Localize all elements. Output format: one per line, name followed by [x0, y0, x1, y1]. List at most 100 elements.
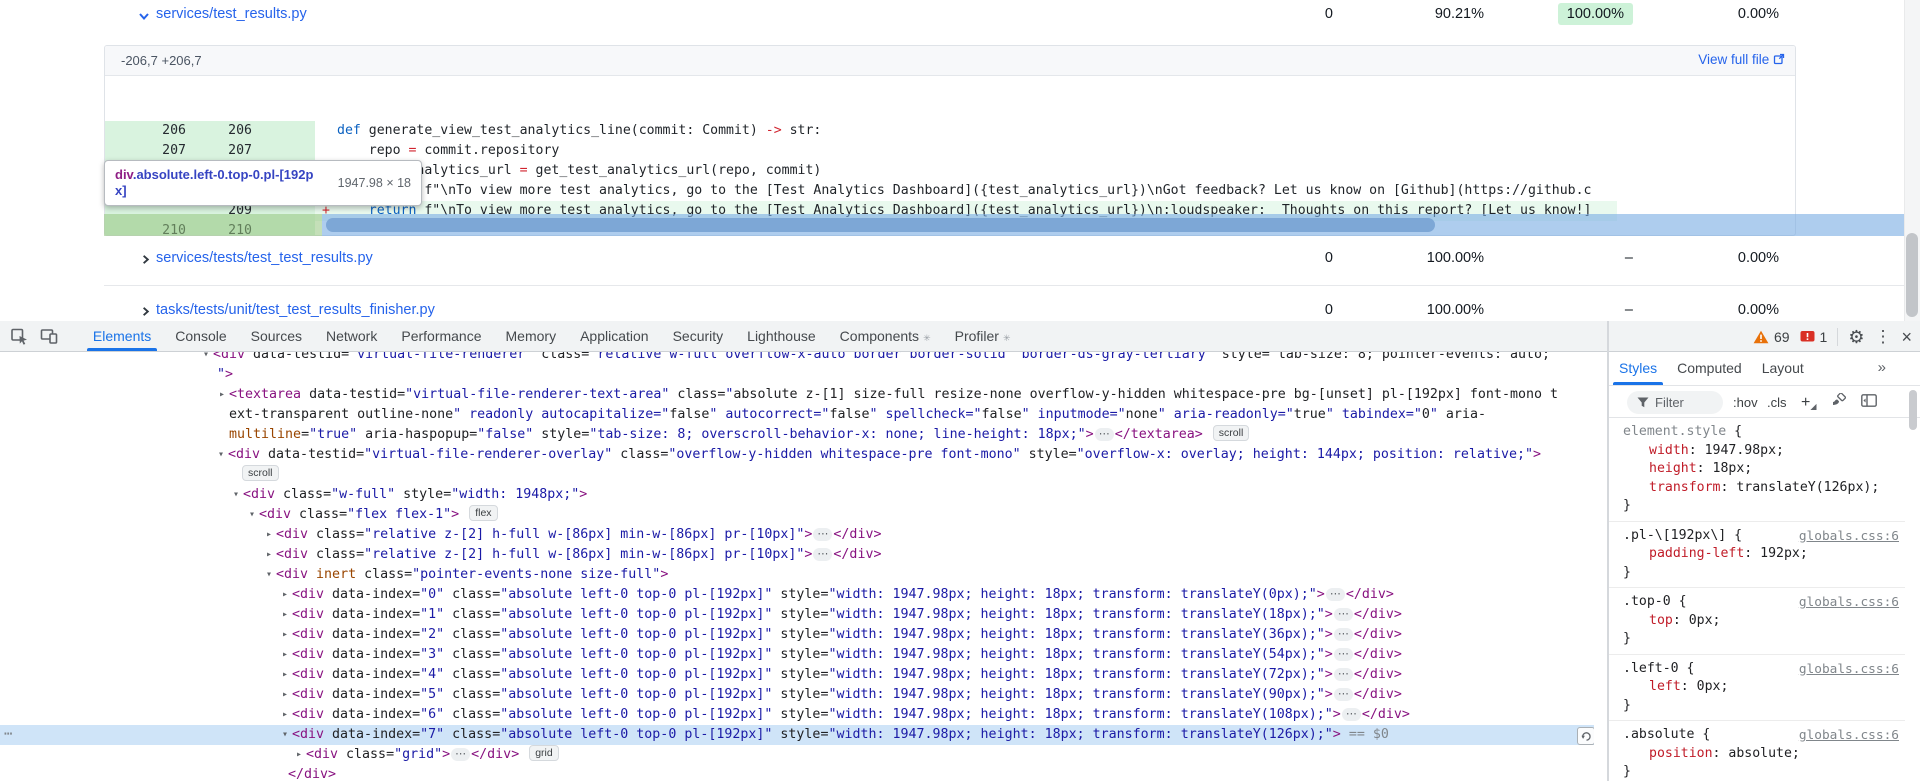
devtools-tab-security[interactable]: Security: [661, 321, 736, 351]
more-vertical-icon[interactable]: ⋮: [1874, 328, 1891, 345]
collapse-arrow-icon[interactable]: ▾: [200, 352, 212, 365]
tree-node[interactable]: ▸ <div data-index="2" class="absolute lef…: [0, 625, 1594, 645]
file-row-link-2[interactable]: tasks/tests/unit/test_test_results_finis…: [156, 302, 435, 318]
view-full-file-link[interactable]: View full file: [1698, 52, 1785, 67]
chevron-right-icon[interactable]: [139, 305, 152, 318]
devtools-tab-profiler[interactable]: Profiler ✳: [943, 321, 1023, 351]
flex-badge[interactable]: flex: [469, 505, 498, 521]
stylesheet-source-link[interactable]: globals.css:6: [1799, 661, 1899, 680]
tree-node[interactable]: ▾ <div inert class="pointer-events-none s…: [0, 565, 1594, 585]
devtools-tab-memory[interactable]: Memory: [494, 321, 569, 351]
console-warnings-button[interactable]: 69: [1753, 329, 1790, 345]
stylesheet-source-link[interactable]: globals.css:6: [1799, 528, 1899, 547]
collapsed-children-ellipsis[interactable]: ⋯: [813, 528, 833, 541]
expand-arrow-icon[interactable]: ▸: [279, 685, 291, 705]
chevron-down-icon[interactable]: [137, 9, 151, 23]
expand-arrow-icon[interactable]: ▸: [216, 385, 228, 405]
tree-node[interactable]: ▸ <div data-index="5" class="absolute lef…: [0, 685, 1594, 705]
tree-node[interactable]: ▸ <div data-index="4" class="absolute lef…: [0, 665, 1594, 685]
expand-arrow-icon[interactable]: ▸: [279, 645, 291, 665]
tree-node[interactable]: ▸ <div data-index="6" class="absolute lef…: [0, 705, 1594, 725]
devtools-tab-application[interactable]: Application: [568, 321, 661, 351]
css-rule[interactable]: .pl-\[192px\] {globals.css:6 padding-left…: [1609, 522, 1905, 588]
sidebar-tab-layout[interactable]: Layout: [1752, 352, 1814, 385]
expand-arrow-icon[interactable]: ▸: [293, 745, 305, 765]
expand-arrow-icon[interactable]: ▸: [263, 525, 275, 545]
new-style-rule-button[interactable]: +◢: [1801, 391, 1817, 418]
issues-button[interactable]: 1: [1800, 329, 1827, 345]
tree-node[interactable]: multiline="true" aria-haspopup="false" s…: [0, 425, 1594, 445]
expand-arrow-icon[interactable]: ▸: [279, 665, 291, 685]
tree-node[interactable]: ▸ <div class="relative z-[2] h-full w-[86…: [0, 545, 1594, 565]
tree-node[interactable]: ▾ <div class="w-full" style="width: 1948p…: [0, 485, 1594, 505]
hover-state-button[interactable]: :hov: [1733, 391, 1758, 414]
device-toolbar-icon[interactable]: [36, 323, 62, 349]
collapse-arrow-icon[interactable]: ▾: [215, 445, 227, 465]
tree-node[interactable]: ext-transparent outline-none" readonly a…: [0, 405, 1594, 425]
collapsed-children-ellipsis[interactable]: ⋯: [1341, 708, 1361, 721]
tree-node[interactable]: ▸ <div class="grid"> ⋯ </div> grid: [0, 745, 1594, 765]
sidebar-tab-computed[interactable]: Computed: [1667, 352, 1752, 385]
devtools-tab-components[interactable]: Components ✳: [828, 321, 943, 351]
scroll-badge[interactable]: scroll: [242, 465, 279, 481]
sidebar-tab-styles[interactable]: Styles: [1609, 352, 1667, 385]
tree-node[interactable]: ▸ <div data-index="1" class="absolute lef…: [0, 605, 1594, 625]
tree-node[interactable]: ">: [0, 365, 1594, 385]
collapsed-children-ellipsis[interactable]: ⋯: [1333, 648, 1353, 661]
tree-node-selected[interactable]: ▾ <div data-index="7" class="absolute lef…: [0, 725, 1594, 745]
devtools-tab-network[interactable]: Network: [314, 321, 389, 351]
close-icon[interactable]: ×: [1901, 328, 1912, 346]
scroll-into-view-icon[interactable]: [1577, 727, 1594, 745]
collapsed-children-ellipsis[interactable]: ⋯: [451, 748, 471, 761]
tree-node[interactable]: ▸ <div data-index="3" class="absolute lef…: [0, 645, 1594, 665]
expand-arrow-icon[interactable]: ▸: [279, 605, 291, 625]
collapsed-children-ellipsis[interactable]: ⋯: [1333, 688, 1353, 701]
devtools-tab-sources[interactable]: Sources: [239, 321, 314, 351]
devtools-tab-console[interactable]: Console: [163, 321, 238, 351]
class-toggle-button[interactable]: .cls: [1767, 391, 1787, 414]
tree-node[interactable]: </div>: [0, 765, 1594, 781]
collapse-arrow-icon[interactable]: ▾: [230, 485, 242, 505]
tree-node[interactable]: scroll: [0, 465, 1594, 485]
selected-node-more-button[interactable]: ⋯: [4, 725, 12, 745]
tree-node[interactable]: ▸ <textarea data-testid="virtual-file-ren…: [0, 385, 1594, 405]
rendering-brush-icon[interactable]: [1831, 391, 1847, 414]
devtools-tab-lighthouse[interactable]: Lighthouse: [735, 321, 828, 351]
file-row-link-1[interactable]: services/tests/test_test_results.py: [156, 250, 373, 266]
styles-scrollbar-thumb[interactable]: [1909, 390, 1917, 430]
collapsed-children-ellipsis[interactable]: ⋯: [813, 548, 833, 561]
expand-arrow-icon[interactable]: ▸: [279, 585, 291, 605]
collapse-arrow-icon[interactable]: ▾: [246, 505, 258, 525]
horizontal-scrollbar-thumb[interactable]: [326, 218, 1435, 232]
css-rule[interactable]: .left-0 {globals.css:6 left: 0px;}: [1609, 655, 1905, 721]
inspect-icon[interactable]: [6, 323, 32, 349]
collapsed-children-ellipsis[interactable]: ⋯: [1333, 608, 1353, 621]
tree-node[interactable]: ▸ <div data-index="0" class="absolute lef…: [0, 585, 1594, 605]
collapsed-children-ellipsis[interactable]: ⋯: [1333, 668, 1353, 681]
tree-node[interactable]: ▾ <div data-testid="virtual-file-renderer…: [0, 352, 1594, 365]
sidebar-panel-icon[interactable]: [1861, 391, 1877, 414]
css-rule[interactable]: element.style {width: 1947.98px; height: …: [1609, 418, 1905, 522]
grid-badge[interactable]: grid: [529, 745, 559, 761]
more-tabs-icon[interactable]: »: [1878, 359, 1886, 376]
settings-gear-icon[interactable]: ⚙: [1848, 328, 1864, 346]
file-row-link-0[interactable]: services/test_results.py: [156, 6, 307, 22]
styles-filter-input[interactable]: Filter: [1627, 391, 1723, 414]
expand-arrow-icon[interactable]: ▸: [279, 625, 291, 645]
scroll-badge[interactable]: scroll: [1212, 425, 1250, 441]
tree-node[interactable]: ▸ <div class="relative z-[2] h-full w-[86…: [0, 525, 1594, 545]
collapse-arrow-icon[interactable]: ▾: [263, 565, 275, 585]
css-rule[interactable]: .absolute {globals.css:6 position: absolu…: [1609, 721, 1905, 781]
page-scrollbar-thumb[interactable]: [1906, 233, 1918, 317]
stylesheet-source-link[interactable]: globals.css:6: [1799, 727, 1899, 746]
expand-arrow-icon[interactable]: ▸: [279, 705, 291, 725]
collapse-arrow-icon[interactable]: ▾: [279, 725, 291, 745]
tree-node[interactable]: ▾ <div class="flex flex-1"> flex: [0, 505, 1594, 525]
css-rule[interactable]: .top-0 {globals.css:6 top: 0px;}: [1609, 588, 1905, 655]
collapsed-children-ellipsis[interactable]: ⋯: [1325, 588, 1345, 601]
tree-node[interactable]: ▾ <div data-testid="virtual-file-renderer…: [0, 445, 1594, 465]
stylesheet-source-link[interactable]: globals.css:6: [1799, 594, 1899, 613]
collapsed-children-ellipsis[interactable]: ⋯: [1094, 428, 1114, 441]
collapsed-children-ellipsis[interactable]: ⋯: [1333, 628, 1353, 641]
devtools-tab-elements[interactable]: Elements: [81, 321, 163, 351]
